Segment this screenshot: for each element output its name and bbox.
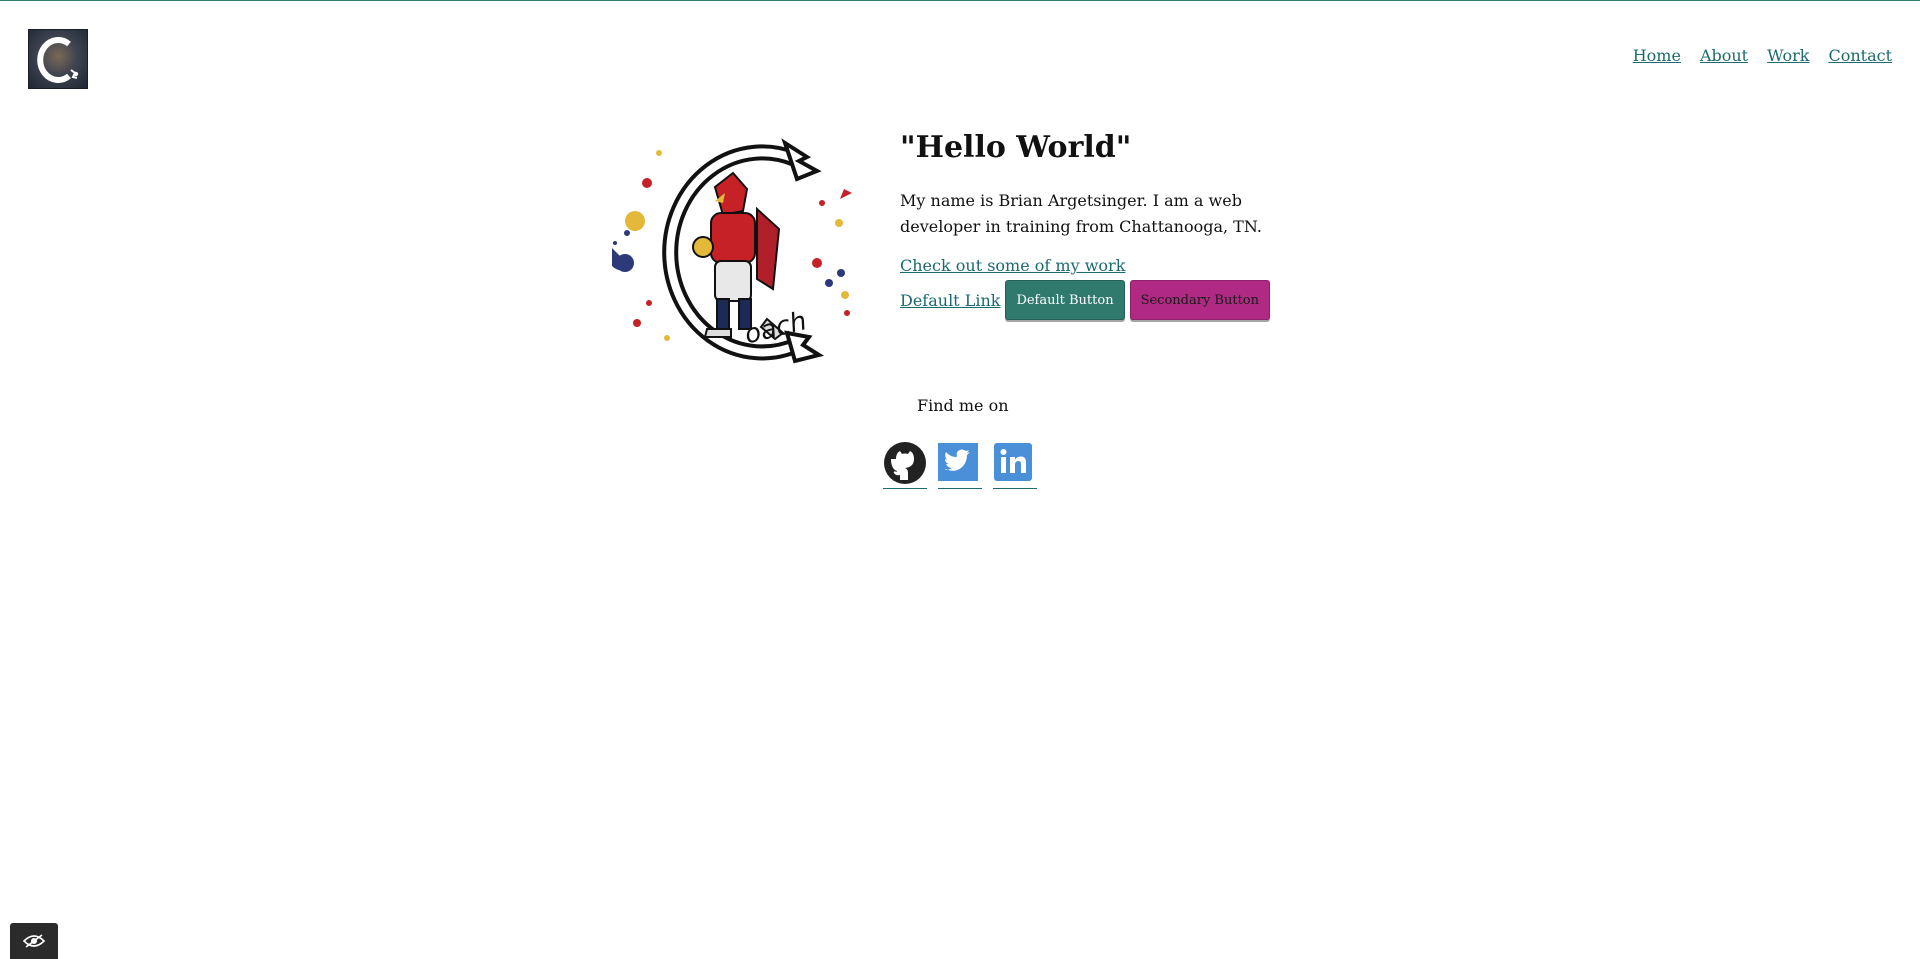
linkedin-link[interactable]: [993, 441, 1037, 489]
nav-contact-link[interactable]: Contact: [1828, 46, 1892, 65]
twitter-link[interactable]: [938, 441, 982, 489]
default-link[interactable]: Default Link: [900, 291, 1000, 310]
work-link[interactable]: Check out some of my work: [900, 256, 1320, 275]
github-icon: [884, 442, 926, 484]
coach-mascot-illustration: oach: [612, 138, 852, 364]
nav-work-link[interactable]: Work: [1767, 46, 1809, 65]
default-button[interactable]: Default Button: [1005, 280, 1125, 320]
secondary-button[interactable]: Secondary Button: [1129, 280, 1270, 320]
nav-about-link[interactable]: About: [1700, 46, 1748, 65]
hero-content: "Hello World" My name is Brian Argetsing…: [900, 130, 1320, 320]
hero-coach-logo: oach: [607, 123, 863, 379]
social-links: [883, 441, 1037, 489]
nav-home-link[interactable]: Home: [1633, 46, 1681, 65]
eye-slash-icon: [22, 934, 46, 948]
linkedin-icon: [994, 443, 1032, 481]
bio-text: My name is Brian Argetsinger. I am a web…: [900, 191, 1262, 236]
github-link[interactable]: [883, 441, 927, 489]
site-logo[interactable]: [28, 29, 88, 89]
logo-c-icon: [37, 37, 79, 83]
accessibility-toggle-button[interactable]: [10, 923, 58, 959]
page-title: "Hello World": [900, 130, 1132, 165]
find-me-heading: Find me on: [917, 396, 1009, 415]
twitter-icon: [938, 443, 978, 481]
main-nav: Home About Work Contact: [1633, 46, 1892, 65]
top-accent-line: [0, 0, 1920, 1]
demo-controls: Default Link Default Button Secondary Bu…: [900, 280, 1320, 320]
